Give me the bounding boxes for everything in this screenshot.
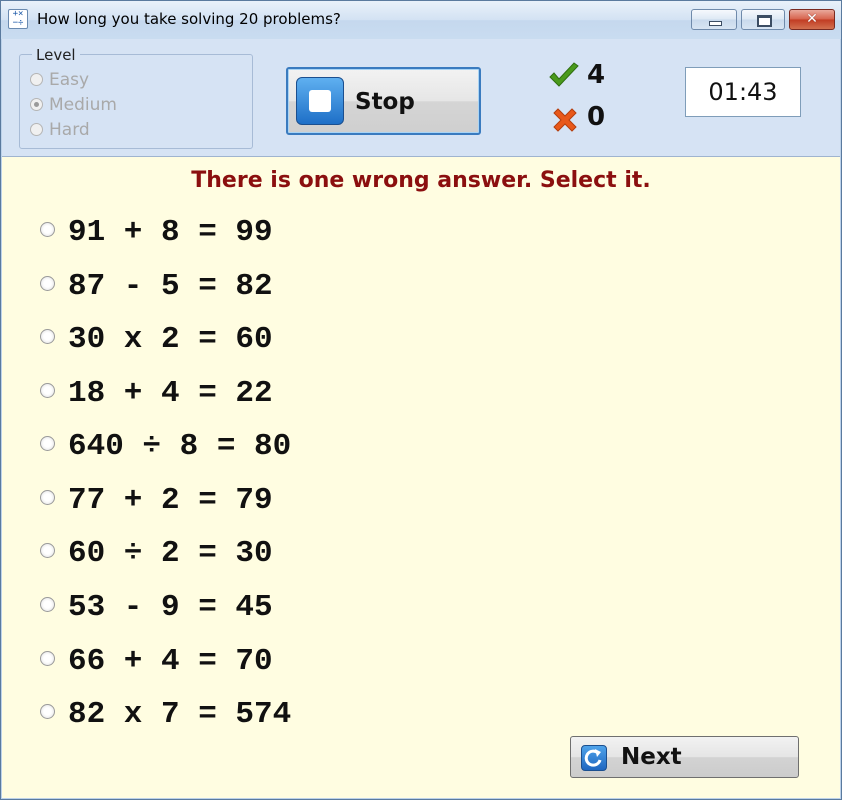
radio-icon bbox=[40, 704, 55, 719]
top-panel: Level Easy Medium Hard Stop 4 0 01:43 bbox=[2, 39, 840, 157]
checkmark-icon bbox=[549, 62, 579, 87]
app-window: +× −÷ How long you take solving 20 proble… bbox=[0, 0, 842, 800]
stop-square-icon bbox=[296, 77, 344, 125]
wrong-count: 0 bbox=[587, 102, 606, 132]
stop-button[interactable]: Stop bbox=[286, 67, 481, 135]
level-legend: Level bbox=[32, 46, 80, 64]
radio-icon bbox=[40, 436, 55, 451]
radio-icon bbox=[40, 222, 55, 237]
radio-icon bbox=[40, 329, 55, 344]
problem-option-5[interactable]: 640 ÷ 8 = 80 bbox=[40, 429, 291, 465]
problem-expression: 18 + 4 = 22 bbox=[68, 376, 273, 411]
problem-expression: 66 + 4 = 70 bbox=[68, 644, 273, 679]
instruction-text: There is one wrong answer. Select it. bbox=[191, 168, 651, 193]
level-option-easy[interactable]: Easy bbox=[30, 70, 89, 90]
refresh-arrow-icon bbox=[581, 745, 607, 771]
problem-option-8[interactable]: 53 - 9 = 45 bbox=[40, 590, 273, 626]
problem-option-9[interactable]: 66 + 4 = 70 bbox=[40, 644, 273, 680]
close-icon: ✕ bbox=[806, 11, 818, 27]
problem-expression: 77 + 2 = 79 bbox=[68, 483, 273, 518]
problem-area: There is one wrong answer. Select it. 91… bbox=[2, 157, 840, 798]
minimize-button[interactable] bbox=[691, 9, 737, 30]
refresh-arrow-glyph bbox=[584, 749, 602, 767]
problem-expression: 60 ÷ 2 = 30 bbox=[68, 536, 273, 571]
problem-option-7[interactable]: 60 ÷ 2 = 30 bbox=[40, 536, 273, 572]
radio-icon bbox=[40, 276, 55, 291]
close-button[interactable]: ✕ bbox=[789, 9, 835, 30]
title-bar[interactable]: +× −÷ How long you take solving 20 proble… bbox=[1, 1, 841, 39]
radio-icon bbox=[40, 490, 55, 505]
radio-checked-icon bbox=[30, 98, 43, 111]
problem-expression: 30 x 2 = 60 bbox=[68, 322, 273, 357]
cross-icon bbox=[553, 108, 577, 132]
problem-option-3[interactable]: 30 x 2 = 60 bbox=[40, 322, 273, 358]
problem-expression: 53 - 9 = 45 bbox=[68, 590, 273, 625]
maximize-button[interactable] bbox=[741, 9, 785, 30]
problem-expression: 87 - 5 = 82 bbox=[68, 269, 273, 304]
radio-icon bbox=[40, 383, 55, 398]
problem-expression: 82 x 7 = 574 bbox=[68, 697, 292, 732]
problem-option-6[interactable]: 77 + 2 = 79 bbox=[40, 483, 273, 519]
problem-option-4[interactable]: 18 + 4 = 22 bbox=[40, 376, 273, 412]
maximize-icon bbox=[742, 10, 784, 29]
timer-display: 01:43 bbox=[685, 67, 801, 117]
problem-option-10[interactable]: 82 x 7 = 574 bbox=[40, 697, 291, 733]
level-option-label: Hard bbox=[49, 120, 90, 140]
problem-expression: 91 + 8 = 99 bbox=[68, 215, 273, 250]
correct-count: 4 bbox=[587, 60, 606, 90]
stop-button-label: Stop bbox=[355, 89, 415, 115]
minimize-icon bbox=[692, 10, 736, 29]
level-group: Level Easy Medium Hard bbox=[19, 46, 253, 149]
radio-icon bbox=[40, 543, 55, 558]
radio-icon bbox=[40, 651, 55, 666]
problem-expression: 640 ÷ 8 = 80 bbox=[68, 429, 292, 464]
next-button-label: Next bbox=[621, 744, 682, 770]
problem-option-1[interactable]: 91 + 8 = 99 bbox=[40, 215, 273, 251]
radio-icon bbox=[40, 597, 55, 612]
level-option-label: Medium bbox=[49, 95, 117, 115]
level-option-medium[interactable]: Medium bbox=[30, 95, 117, 115]
level-option-label: Easy bbox=[49, 70, 90, 90]
radio-icon bbox=[30, 73, 43, 86]
window-title: How long you take solving 20 problems? bbox=[37, 10, 341, 28]
problem-option-2[interactable]: 87 - 5 = 82 bbox=[40, 269, 273, 305]
level-option-hard[interactable]: Hard bbox=[30, 120, 90, 140]
next-button[interactable]: Next bbox=[570, 736, 799, 778]
grid-calculator-icon: +× −÷ bbox=[8, 9, 28, 29]
radio-icon bbox=[30, 123, 43, 136]
